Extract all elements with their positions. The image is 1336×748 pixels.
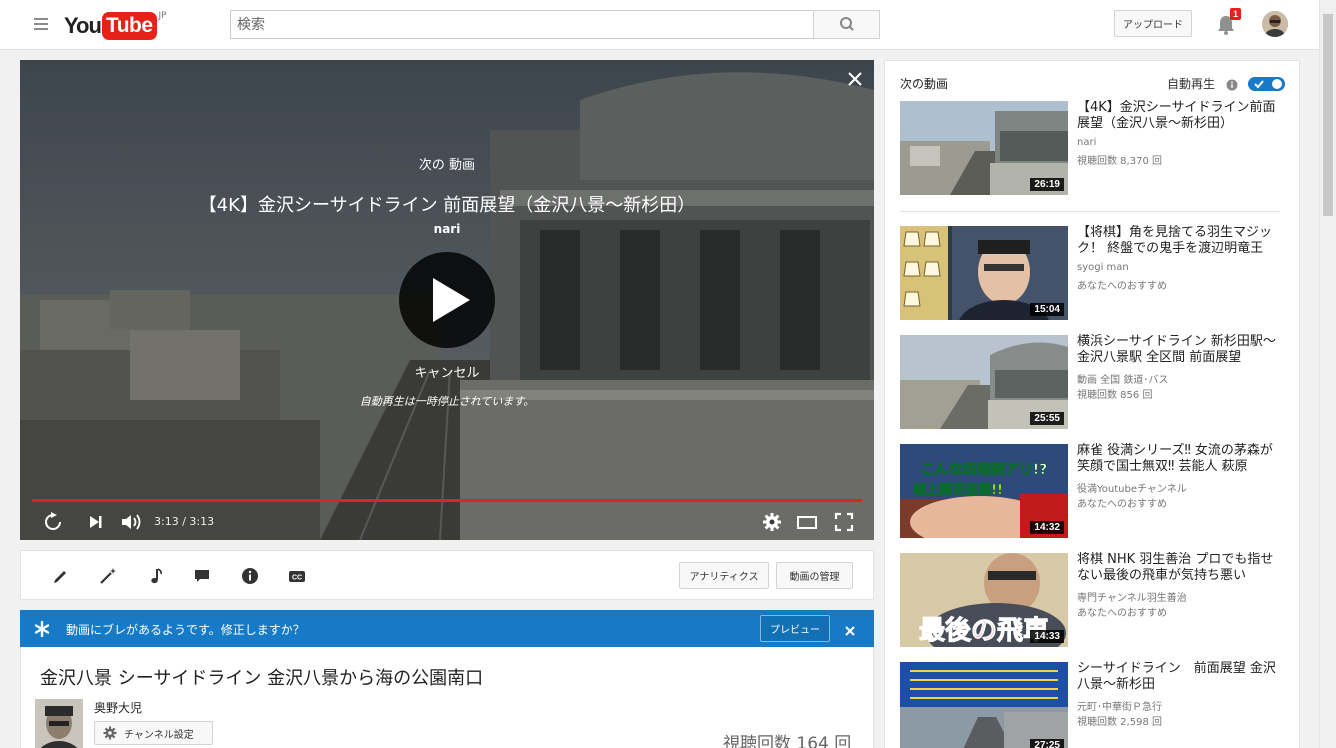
up-next-heading: 次の動画 [900, 77, 949, 91]
autoplay-paused-message: 自動再生は一時停止されています。 [359, 395, 535, 408]
video-duration: 26:19 [1030, 178, 1064, 191]
video-duration: 15:04 [1030, 303, 1064, 316]
video-title[interactable]: 【将棋】角を見捨てる羽生マジック！ 終盤での鬼手を渡辺明竜王 [1077, 225, 1282, 257]
subtitles-cc-icon[interactable]: CC [288, 567, 306, 585]
enhancements-wand-icon[interactable] [99, 567, 117, 585]
video-meta: 視聴回数 8,370 回 [1077, 156, 1162, 167]
autoplay-label: 自動再生 [1167, 77, 1216, 91]
up-next-label: 次の 動画 [418, 158, 476, 173]
video-channel: 役満Youtubeチャンネル [1077, 484, 1187, 495]
video-thumbnail[interactable]: 25:55 [900, 335, 1068, 429]
play-button[interactable] [399, 252, 495, 348]
video-title[interactable]: 【4K】金沢シーサイドライン前面展望（金沢八景～新杉田） [1077, 100, 1282, 132]
banner-close-icon[interactable] [844, 622, 856, 636]
video-channel: 元町･中華街Ｐ急行 [1077, 702, 1162, 713]
video-thumbnail[interactable]: 15:04 [900, 226, 1068, 320]
video-thumbnail[interactable]: 最後の飛車 14:33 [900, 553, 1068, 647]
video-meta: あなたへのおすすめ [1077, 608, 1167, 619]
replay-icon[interactable] [42, 512, 64, 532]
page-scrollbar[interactable] [1319, 0, 1336, 748]
divider [900, 211, 1280, 212]
fullscreen-icon[interactable] [834, 512, 854, 532]
video-duration: 14:32 [1030, 521, 1064, 534]
watch-sidebar: 次の動画 自動再生 26:19 【4K】金沢シーサイドライン前面展望（金沢八景～… [884, 60, 1300, 748]
owner-name[interactable]: 奥野大児 [94, 699, 142, 716]
search-box [230, 10, 814, 39]
video-manager-button[interactable]: 動画の管理 [776, 562, 853, 589]
video-channel: 動画 全国 鉄道･バス [1077, 375, 1169, 386]
sidebar-video-item[interactable]: 26:19 【4K】金沢シーサイドライン前面展望（金沢八景～新杉田） nari … [900, 100, 1285, 196]
video-player[interactable]: 次の 動画 【4K】金沢シーサイドライン 前面展望（金沢八景～新杉田） nari… [20, 60, 874, 540]
video-thumbnail[interactable]: 26:19 [900, 101, 1068, 195]
annotations-speech-bubble-icon[interactable] [193, 567, 211, 585]
channel-settings-label: チャンネル設定 [124, 729, 194, 741]
sidebar-video-item[interactable]: 25:55 横浜シーサイドライン 新杉田駅～金沢八景駅 全区間 前面展望 動画 … [900, 334, 1285, 430]
progress-bar[interactable] [32, 499, 862, 502]
menu-icon[interactable] [34, 18, 48, 30]
video-channel: syogi man [1077, 262, 1129, 273]
creator-action-bar: CC アナリティクス 動画の管理 [20, 550, 874, 600]
video-meta: 視聴回数 2,598 回 [1077, 717, 1162, 728]
youtube-logo[interactable]: You Tube JP [64, 11, 167, 40]
edit-pencil-icon[interactable] [52, 567, 70, 585]
logo-region: JP [158, 11, 167, 21]
star-icon [34, 621, 50, 637]
gear-icon [103, 726, 117, 740]
video-title[interactable]: 横浜シーサイドライン 新杉田駅～金沢八景駅 全区間 前面展望 [1077, 334, 1282, 366]
info-icon[interactable] [241, 567, 259, 585]
sidebar-video-item[interactable]: こんな四暗刻アリ!? 嶺上開花自摸!! 14:32 麻雀 役満シリーズ‼ 女流の… [900, 443, 1285, 539]
search-icon [840, 17, 854, 31]
view-count: 視聴回数 164 回 [723, 734, 852, 748]
video-duration: 25:55 [1030, 412, 1064, 425]
video-meta: 視聴回数 856 回 [1077, 390, 1153, 401]
close-icon[interactable] [846, 70, 864, 88]
volume-icon[interactable] [120, 512, 144, 532]
scrollbar-thumb[interactable] [1323, 14, 1333, 216]
play-icon [433, 278, 470, 322]
video-channel: nari [1077, 137, 1097, 148]
theater-mode-icon[interactable] [796, 512, 818, 532]
autoplay-info-icon[interactable] [1226, 76, 1238, 91]
logo-you: You [64, 13, 102, 38]
thumbnail-text-top: こんな四暗刻アリ!? [921, 461, 1048, 478]
sidebar-video-item[interactable]: 27:25 シーサイドライン 前面展望 金沢八景～新杉田 元町･中華街Ｐ急行 視… [900, 661, 1285, 748]
masthead: You Tube JP アップロード 1 [0, 0, 1336, 50]
stabilize-banner-text: 動画にブレがあるようです。修正しますか？ [66, 623, 305, 637]
settings-gear-icon[interactable] [762, 512, 782, 532]
next-icon[interactable] [86, 512, 106, 532]
video-duration: 14:33 [1030, 630, 1064, 643]
avatar[interactable] [1262, 11, 1288, 37]
video-title[interactable]: 麻雀 役満シリーズ‼ 女流の茅森が笑顔で国士無双‼ 芸能人 萩原 [1077, 443, 1282, 475]
owner-avatar[interactable] [35, 699, 83, 748]
cancel-autoplay-link[interactable]: キャンセル [20, 362, 874, 381]
svg-text:CC: CC [292, 575, 302, 582]
video-info: 金沢八景 シーサイドライン 金沢八景から海の公園南口 奥野大児 チャンネル設定 … [20, 647, 874, 748]
up-next-title[interactable]: 【4K】金沢シーサイドライン 前面展望（金沢八景～新杉田） [20, 191, 874, 217]
time-display: 3:13 / 3:13 [154, 515, 215, 528]
video-channel: 専門チャンネル羽生善治 [1077, 593, 1187, 604]
thumbnail-text-bottom: 嶺上開花自摸!! [912, 482, 1003, 498]
video-title[interactable]: シーサイドライン 前面展望 金沢八景～新杉田 [1077, 661, 1282, 693]
notification-badge: 1 [1230, 8, 1242, 20]
search-input[interactable] [231, 11, 813, 38]
logo-tube: Tube [101, 12, 157, 40]
video-meta: あなたへのおすすめ [1077, 281, 1167, 292]
video-meta: あなたへのおすすめ [1077, 499, 1167, 510]
autoplay-toggle[interactable] [1248, 76, 1285, 92]
sidebar-video-item[interactable]: 最後の飛車 14:33 将棋 NHK 羽生善治 プロでも指せない最後の飛車が気持… [900, 552, 1285, 648]
channel-settings-button[interactable]: チャンネル設定 [94, 721, 213, 745]
sidebar-video-item[interactable]: 15:04 【将棋】角を見捨てる羽生マジック！ 終盤での鬼手を渡辺明竜王 syo… [900, 225, 1285, 321]
video-duration: 27:25 [1030, 739, 1064, 748]
stabilize-banner: 動画にブレがあるようです。修正しますか？ プレビュー [20, 610, 874, 647]
upload-button[interactable]: アップロード [1114, 10, 1192, 37]
analytics-button[interactable]: アナリティクス [679, 562, 769, 589]
video-title[interactable]: 将棋 NHK 羽生善治 プロでも指せない最後の飛車が気持ち悪い [1077, 552, 1282, 584]
video-thumbnail[interactable]: 27:25 [900, 662, 1068, 748]
preview-button[interactable]: プレビュー [760, 615, 830, 642]
audio-music-note-icon[interactable] [147, 567, 165, 585]
video-thumbnail[interactable]: こんな四暗刻アリ!? 嶺上開花自摸!! 14:32 [900, 444, 1068, 538]
up-next-channel: nari [433, 222, 461, 236]
video-title: 金沢八景 シーサイドライン 金沢八景から海の公園南口 [40, 668, 484, 689]
search-button[interactable] [813, 10, 880, 39]
